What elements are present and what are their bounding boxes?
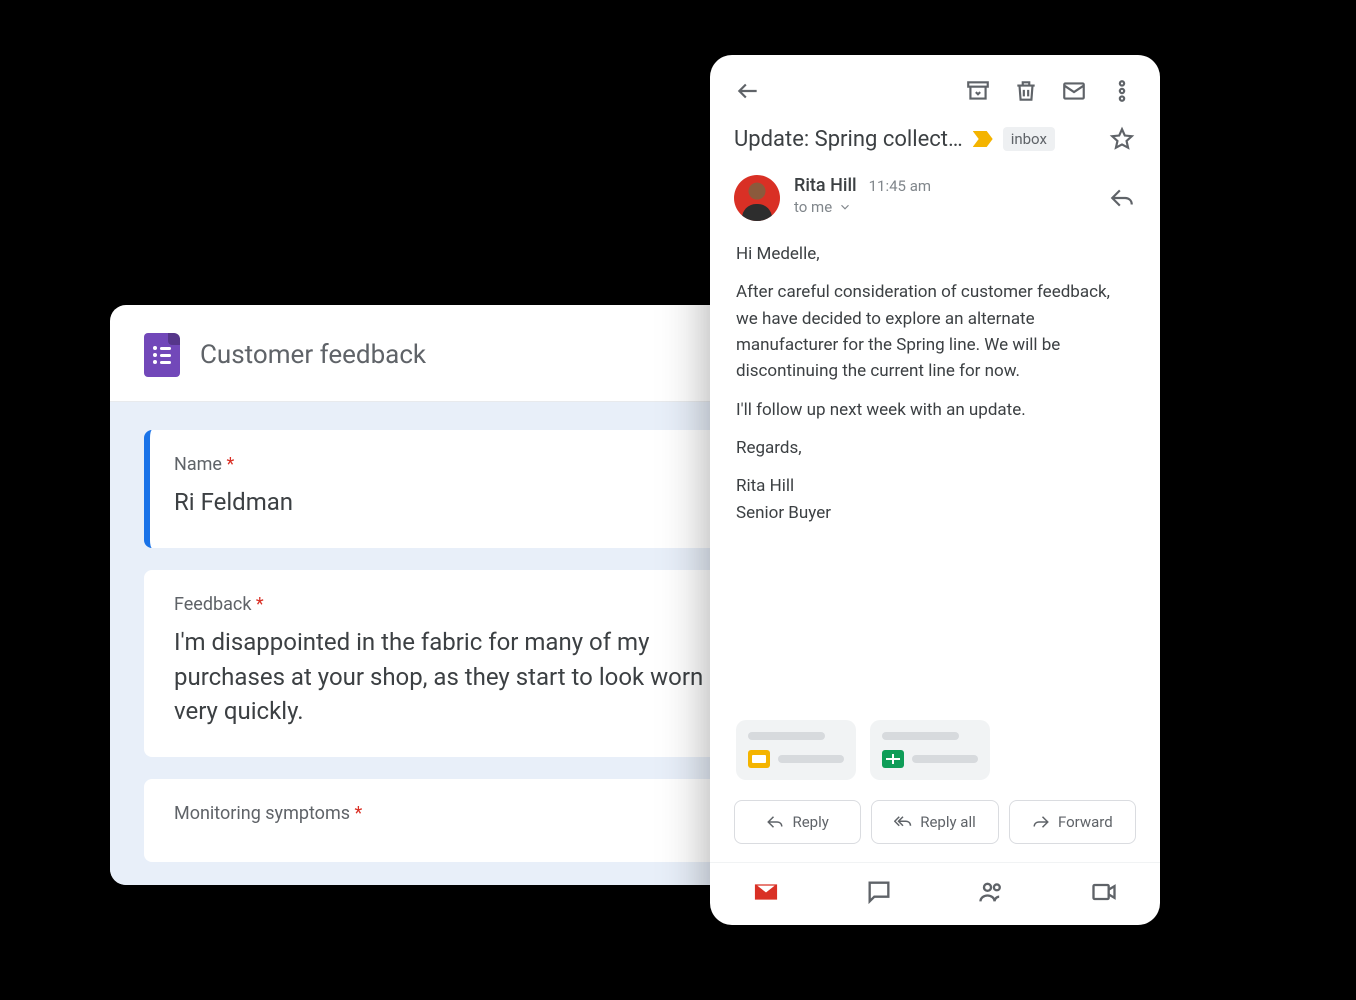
mail-icon[interactable] xyxy=(1060,77,1088,105)
sheets-icon xyxy=(882,750,904,768)
sender-row: Rita Hill 11:45 am to me xyxy=(710,171,1160,237)
star-icon[interactable] xyxy=(1108,125,1136,153)
forms-title: Customer feedback xyxy=(200,340,426,370)
signature-title: Senior Buyer xyxy=(736,500,1134,526)
back-icon[interactable] xyxy=(734,77,762,105)
sender-name: Rita Hill xyxy=(794,175,857,196)
forward-button[interactable]: Forward xyxy=(1009,800,1136,844)
action-buttons: Reply Reply all Forward xyxy=(710,800,1160,862)
reply-icon[interactable] xyxy=(1108,184,1136,212)
forms-header: Customer feedback xyxy=(110,305,790,402)
slides-icon xyxy=(748,750,770,768)
attachment-slides[interactable] xyxy=(736,720,856,780)
email-subject: Update: Spring collect… xyxy=(734,127,963,152)
gmail-toolbar xyxy=(710,55,1160,119)
form-question-name[interactable]: Name * Ri Feldman xyxy=(144,430,756,548)
signature-name: Rita Hill xyxy=(736,473,1134,499)
email-closing: Regards, xyxy=(736,435,1134,461)
recipient-dropdown[interactable]: to me xyxy=(794,198,1094,216)
sender-time: 11:45 am xyxy=(869,177,931,195)
subject-row: Update: Spring collect… inbox xyxy=(710,119,1160,171)
reply-button[interactable]: Reply xyxy=(734,800,861,844)
reply-all-button[interactable]: Reply all xyxy=(871,800,998,844)
email-greeting: Hi Medelle, xyxy=(736,241,1134,267)
email-body: Hi Medelle, After careful consideration … xyxy=(710,237,1160,714)
forms-icon xyxy=(144,333,180,377)
email-paragraph: After careful consideration of customer … xyxy=(736,279,1134,384)
avatar[interactable] xyxy=(734,175,780,221)
form-question-monitoring[interactable]: Monitoring symptoms * xyxy=(144,779,756,862)
forms-body: Name * Ri Feldman Feedback * I'm disappo… xyxy=(110,402,790,885)
nav-meet-icon[interactable] xyxy=(1089,877,1119,907)
form-question-feedback[interactable]: Feedback * I'm disappointed in the fabri… xyxy=(144,570,756,757)
forms-card: Customer feedback Name * Ri Feldman Feed… xyxy=(110,305,790,885)
question-label: Monitoring symptoms * xyxy=(174,803,726,824)
gmail-card: Update: Spring collect… inbox Rita Hill … xyxy=(710,55,1160,925)
more-icon[interactable] xyxy=(1108,77,1136,105)
delete-icon[interactable] xyxy=(1012,77,1040,105)
nav-spaces-icon[interactable] xyxy=(976,877,1006,907)
question-value[interactable]: Ri Feldman xyxy=(174,485,726,520)
question-value[interactable]: I'm disappointed in the fabric for many … xyxy=(174,625,726,729)
important-marker-icon[interactable] xyxy=(973,131,993,147)
inbox-chip[interactable]: inbox xyxy=(1003,127,1055,151)
archive-icon[interactable] xyxy=(964,77,992,105)
attachments-row xyxy=(710,714,1160,800)
attachment-sheets[interactable] xyxy=(870,720,990,780)
nav-mail-icon[interactable] xyxy=(751,877,781,907)
question-label: Feedback * xyxy=(174,594,726,615)
bottom-nav xyxy=(710,862,1160,925)
email-paragraph: I'll follow up next week with an update. xyxy=(736,397,1134,423)
nav-chat-icon[interactable] xyxy=(864,877,894,907)
question-label: Name * xyxy=(174,454,726,475)
chevron-down-icon xyxy=(838,200,852,214)
